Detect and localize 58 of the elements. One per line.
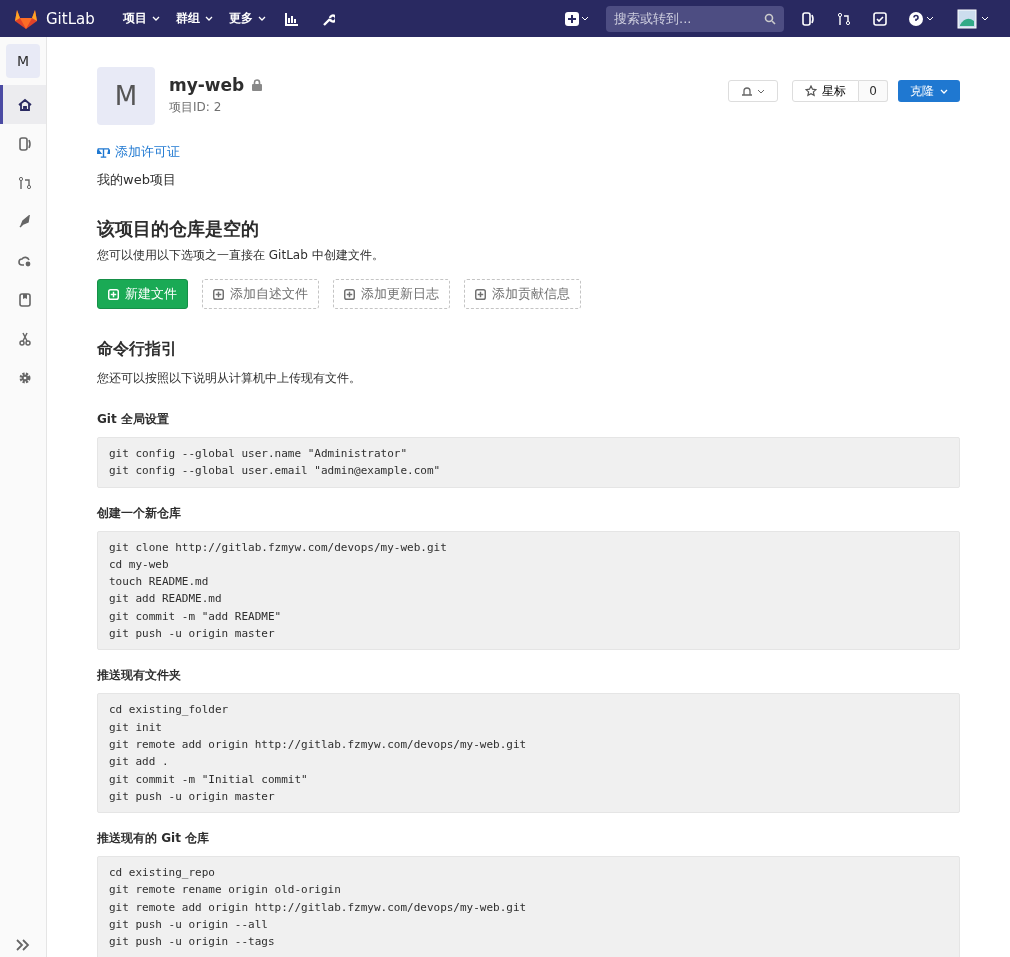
caret-icon — [204, 16, 213, 21]
plus-square-icon — [475, 288, 486, 300]
project-name: my-web — [169, 75, 245, 95]
code-block: git clone http://gitlab.fzmyw.com/devops/my-web.git cd my-web touch README.md git add README.md git commit -m "add README" git push -u origin master — [97, 530, 960, 651]
add-file-button[interactable]: 添加自述文件 — [202, 279, 319, 309]
star-button[interactable]: 星标 — [792, 80, 860, 102]
plus-square-icon — [213, 288, 224, 300]
search-icon — [764, 12, 776, 25]
code-block: cd existing_repo git remote rename origin old-origin git remote add origin http://gitlab.fzmyw.com/devops/my-web.git git push -u origin --all git push -u origin --tags — [97, 856, 960, 957]
clone-button[interactable]: 克隆 — [898, 80, 960, 102]
nav-menu[interactable]: 项目 — [120, 10, 162, 27]
merge-request-icon — [17, 175, 32, 190]
scale-icon — [97, 146, 110, 158]
settings-icon — [17, 370, 32, 385]
issues-icon — [17, 136, 32, 151]
search-field[interactable]: 搜索或转到... — [606, 5, 784, 32]
brand-name[interactable]: GitLab — [46, 9, 95, 28]
section-title: 推送现有的 Git 仓库 — [97, 830, 211, 848]
code-block: git config --global user.name "Administrator" git config --global user.email "admin@example.com" — [97, 437, 960, 488]
help-icon[interactable] — [909, 11, 935, 26]
nav-menu[interactable]: 更多 — [226, 10, 268, 27]
issues-icon[interactable] — [801, 11, 815, 26]
section-title: 创建一个新仓库 — [97, 504, 182, 522]
star-count[interactable]: 0 — [859, 80, 888, 102]
caret-icon — [151, 16, 160, 21]
cli-text: 您还可以按照以下说明从计算机中上传现有文件。 — [97, 370, 362, 387]
merge-request-icon[interactable] — [837, 11, 851, 26]
caret-icon — [940, 88, 948, 94]
cli-title: 命令行指引 — [97, 339, 178, 360]
add-file-button[interactable]: 添加更新日志 — [333, 279, 450, 309]
section-title: 推送现有文件夹 — [97, 667, 182, 685]
add-file-button[interactable]: 添加贡献信息 — [464, 279, 581, 309]
section-title: Git 全局设置 — [97, 411, 170, 428]
collapse-chevrons-icon[interactable] — [16, 939, 30, 951]
todo-check-icon[interactable] — [873, 11, 887, 26]
nav-menu[interactable]: 群组 — [173, 10, 215, 27]
chart-icon[interactable] — [284, 11, 299, 26]
project-id: 项目ID: 2 — [169, 99, 223, 116]
bell-icon — [741, 85, 766, 97]
add-license-link[interactable]: 添加许可证 — [115, 143, 180, 161]
user-avatar-icon[interactable] — [957, 8, 991, 29]
empty-repo-title: 该项目的仓库是空的 — [97, 217, 260, 241]
plus-square-icon — [344, 288, 355, 300]
book-icon — [17, 292, 32, 307]
empty-repo-text: 您可以使用以下选项之一直接在 GitLab 中创建文件。 — [97, 247, 385, 264]
home-icon — [17, 97, 32, 112]
sidebar-item[interactable] — [0, 85, 46, 124]
lock-icon — [252, 79, 263, 91]
plus-icon[interactable] — [565, 11, 589, 26]
plus-square-icon — [108, 288, 119, 300]
project-description: 我的web项目 — [97, 171, 177, 189]
project-avatar: M — [97, 67, 155, 125]
code-block: cd existing_folder git init git remote add origin http://gitlab.fzmyw.com/devops/my-web.git git add . git commit -m "Initial commit" git push -u origin master — [97, 693, 960, 814]
notification-button[interactable] — [728, 80, 779, 102]
scissors-icon — [17, 331, 32, 346]
caret-icon — [257, 16, 266, 21]
project-avatar[interactable]: M — [6, 44, 40, 78]
star-icon — [805, 85, 818, 97]
